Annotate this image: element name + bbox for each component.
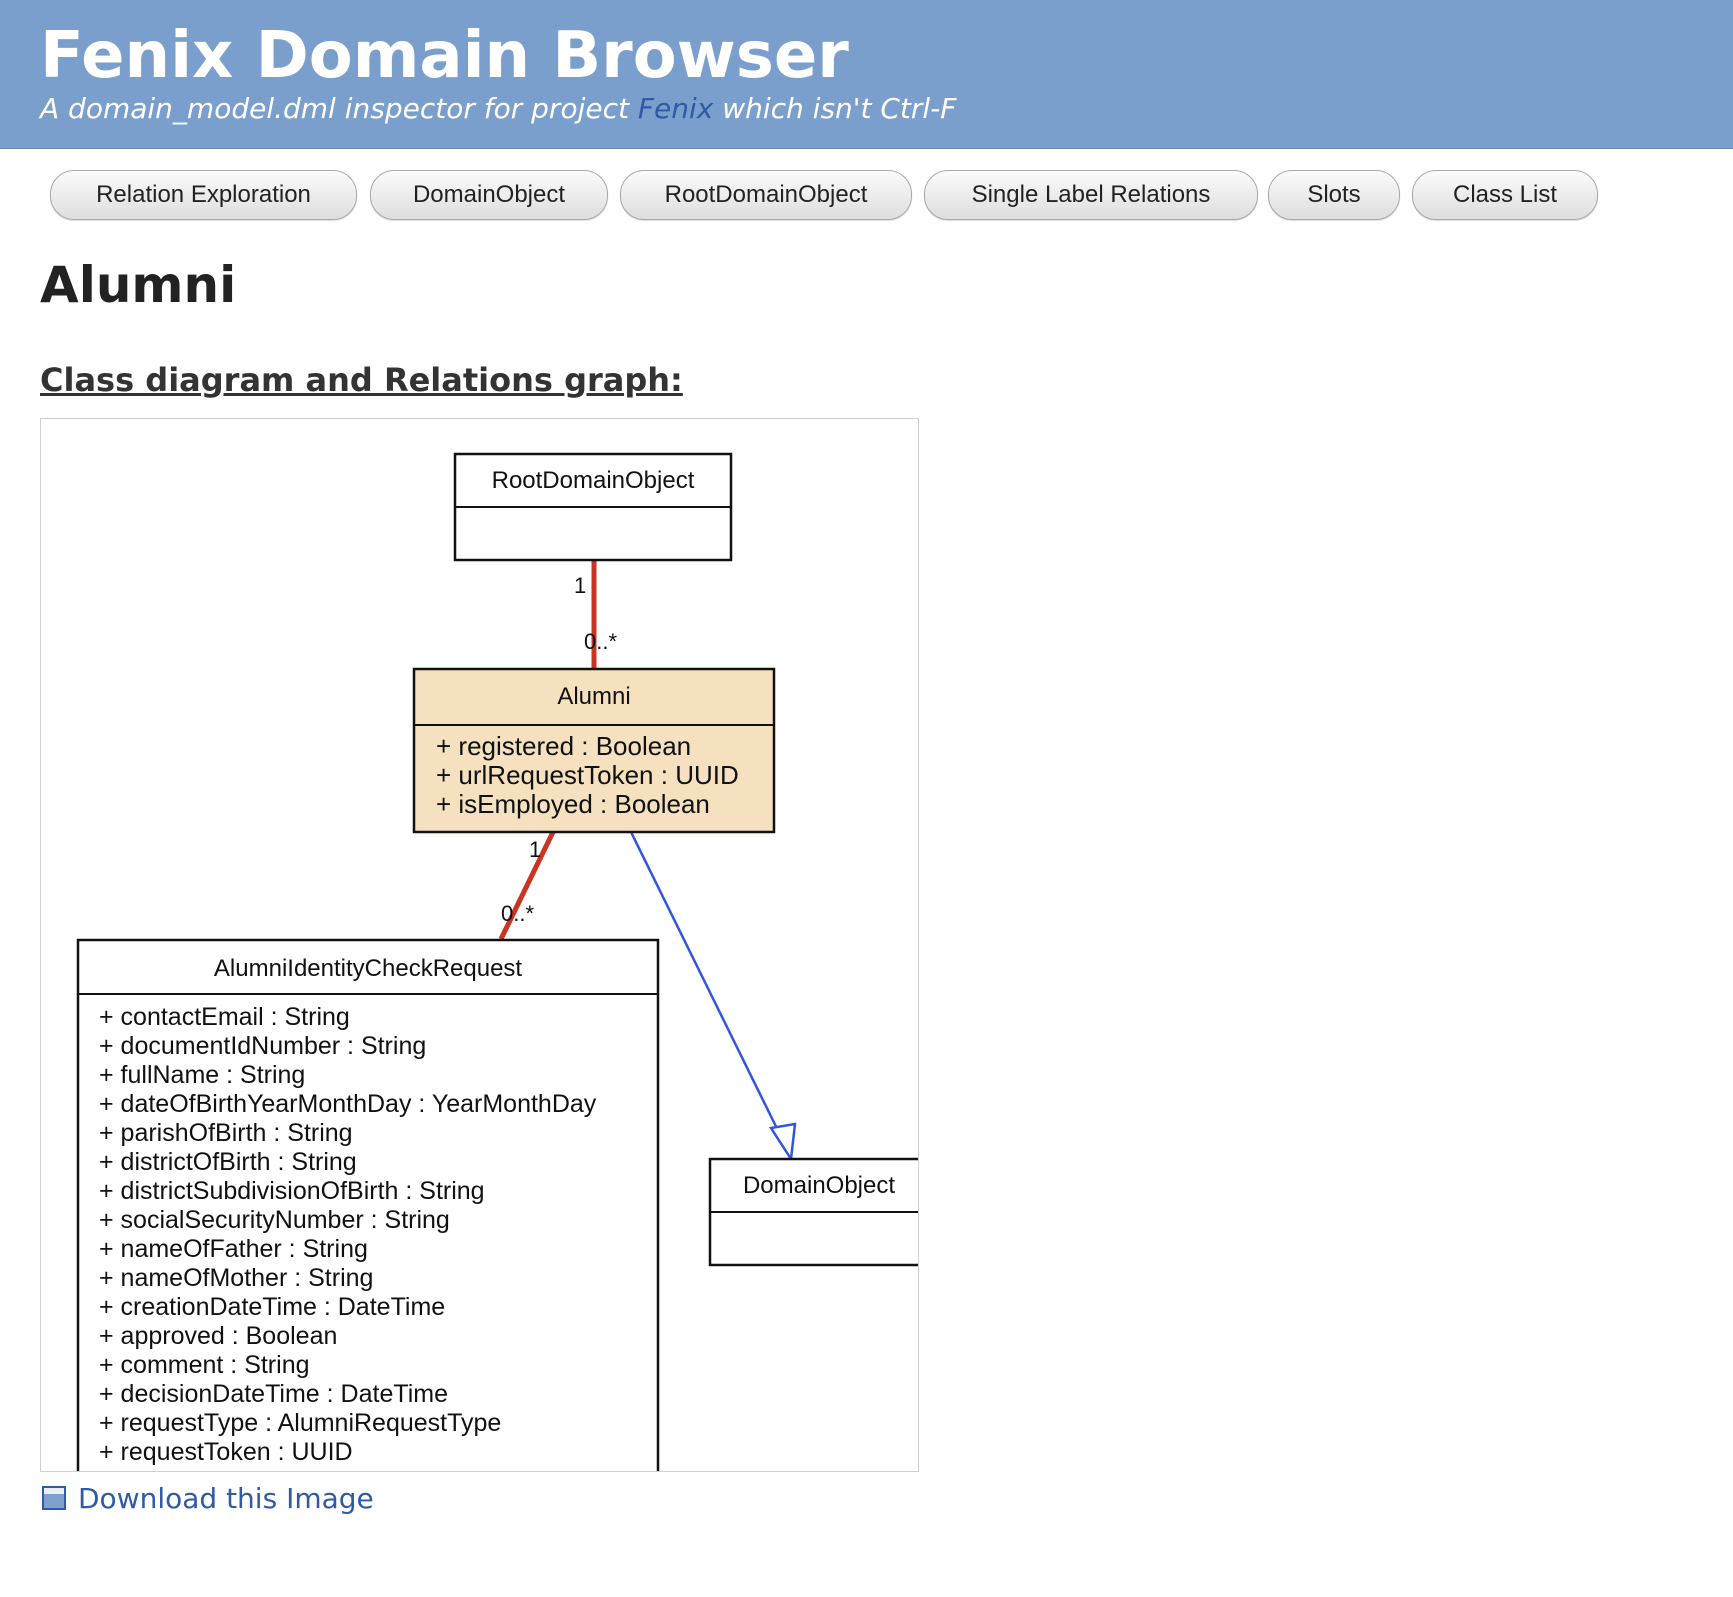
nav-single-label-relations-button[interactable]: Single Label Relations xyxy=(924,170,1258,220)
request-attribute: + requestType : AlumniRequestType xyxy=(99,1409,501,1437)
mult-root-alumni-source: 1 xyxy=(574,573,586,598)
inheritance-arrowhead xyxy=(768,1122,797,1163)
image-icon xyxy=(42,1486,66,1510)
request-attribute: + requestToken : UUID xyxy=(99,1438,353,1466)
download-image-link[interactable]: Download this Image xyxy=(42,1478,374,1518)
request-attribute: + contactEmail : String xyxy=(99,1003,350,1031)
request-attribute: + socialSecurityNumber : String xyxy=(99,1206,450,1234)
request-attribute: + nameOfFather : String xyxy=(99,1235,368,1263)
mult-alumni-request-source: 1 xyxy=(529,837,541,862)
site-header: Fenix Domain Browser A domain_model.dml … xyxy=(0,0,1733,149)
site-subtitle: A domain_model.dml inspector for project… xyxy=(40,90,956,128)
request-attribute: + fullName : String xyxy=(99,1061,305,1089)
download-image-label: Download this Image xyxy=(78,1481,374,1515)
request-attribute: + comment : String xyxy=(99,1351,310,1379)
class-box-domainobject: DomainObject xyxy=(708,1157,918,1267)
class-name-domainobject: DomainObject xyxy=(743,1172,895,1199)
request-attribute: + districtOfBirth : String xyxy=(99,1148,357,1176)
alumni-attribute: + isEmployed : Boolean xyxy=(436,789,710,819)
request-attribute: + creationDateTime : DateTime xyxy=(99,1293,445,1321)
nav-relation-exploration-button[interactable]: Relation Exploration xyxy=(50,170,357,220)
nav-domainobject-button[interactable]: DomainObject xyxy=(370,170,608,220)
request-attribute: + decisionDateTime : DateTime xyxy=(99,1380,448,1408)
class-diagram-image: 1 0..* 1 0..* RootDomainObject Alumni + … xyxy=(40,418,919,1472)
class-box-alumniidentitycheckrequest: AlumniIdentityCheckRequest + contactEmai… xyxy=(76,938,660,1471)
subtitle-prefix: A domain_model.dml inspector for project xyxy=(40,92,638,125)
nav-slots-button[interactable]: Slots xyxy=(1268,170,1400,220)
nav-rootdomainobject-button[interactable]: RootDomainObject xyxy=(620,170,912,220)
section-title: Class diagram and Relations graph: xyxy=(40,361,683,399)
mult-root-alumni-target: 0..* xyxy=(584,629,617,654)
subtitle-suffix: which isn't Ctrl-F xyxy=(713,92,957,125)
request-attribute: + nameOfMother : String xyxy=(99,1264,373,1292)
request-attribute: + districtSubdivisionOfBirth : String xyxy=(99,1177,485,1205)
class-box-alumni: Alumni + registered : Boolean + urlReque… xyxy=(412,667,776,834)
site-title: Fenix Domain Browser xyxy=(40,19,849,93)
class-name-alumni: Alumni xyxy=(557,683,630,710)
class-diagram-svg: 1 0..* 1 0..* RootDomainObject Alumni + … xyxy=(76,452,918,1471)
class-name-alumniidentitycheckrequest: AlumniIdentityCheckRequest xyxy=(214,955,522,982)
request-attribute: + parishOfBirth : String xyxy=(99,1119,353,1147)
request-attribute: + approved : Boolean xyxy=(99,1322,337,1350)
class-box-rootdomainobject: RootDomainObject xyxy=(453,452,733,562)
alumni-attribute: + registered : Boolean xyxy=(436,731,691,761)
mult-alumni-request-target: 0..* xyxy=(501,901,534,926)
class-name-rootdomainobject: RootDomainObject xyxy=(492,467,695,494)
request-attribute: + documentIdNumber : String xyxy=(99,1032,426,1060)
request-attribute: + dateOfBirthYearMonthDay : YearMonthDay xyxy=(99,1090,597,1118)
project-link[interactable]: Fenix xyxy=(638,92,713,125)
page-title: Alumni xyxy=(40,256,237,314)
nav-class-list-button[interactable]: Class List xyxy=(1412,170,1598,220)
alumni-attribute: + urlRequestToken : UUID xyxy=(436,760,739,790)
